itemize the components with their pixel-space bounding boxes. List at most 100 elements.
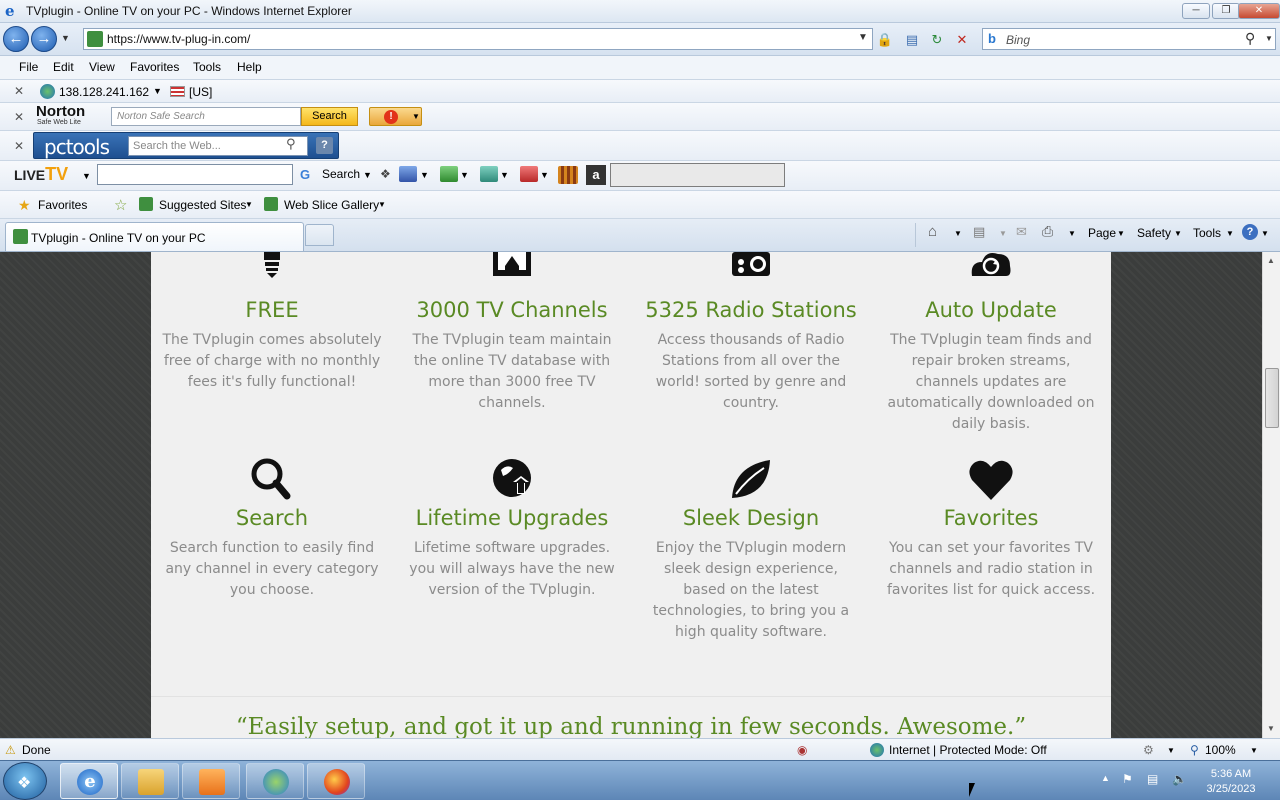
address-bar[interactable]: https://www.tv-plug-in.com/ ▼ <box>83 28 873 50</box>
search-icon[interactable]: ⚲ <box>286 136 296 152</box>
taskbar-media[interactable] <box>182 763 240 799</box>
help-icon[interactable]: ? <box>1242 224 1258 240</box>
address-dropdown-icon[interactable]: ▼ <box>858 32 868 43</box>
amazon-icon[interactable]: a <box>586 165 606 185</box>
dropdown-icon[interactable]: ▼ <box>420 170 429 180</box>
action-center-flag-icon[interactable]: ⚑ <box>1122 772 1133 786</box>
system-clock[interactable]: 5:36 AM 3/25/2023 <box>1196 767 1266 797</box>
warning-icon: ! <box>384 110 398 124</box>
back-button[interactable]: ← <box>3 26 29 52</box>
web-slice-gallery-link[interactable]: Web Slice Gallery <box>284 198 379 212</box>
taskbar-firefox[interactable] <box>307 763 365 799</box>
dropdown-icon[interactable]: ▼ <box>540 170 549 180</box>
pctools-search-input[interactable]: Search the Web... <box>128 136 308 156</box>
tv-teal-icon[interactable] <box>480 166 498 182</box>
scrollbar-thumb[interactable] <box>1265 368 1279 428</box>
norton-search-input[interactable]: Norton Safe Search <box>111 107 301 126</box>
addon-status-icon[interactable]: ◉ <box>797 743 807 757</box>
search-box[interactable]: b Bing ⚲ ▼ <box>982 28 1276 50</box>
tv-green-icon[interactable] <box>440 166 458 182</box>
taskbar-network[interactable] <box>246 763 304 799</box>
mail-icon[interactable]: ✉ <box>1016 224 1027 240</box>
refresh-icon[interactable]: ↻ <box>927 30 947 50</box>
menu-tools[interactable]: Tools <box>193 60 221 74</box>
livetv-secondary-box[interactable] <box>610 163 785 187</box>
dropdown-icon[interactable]: ▼ <box>500 170 509 180</box>
feeds-icon[interactable]: ▤ <box>973 224 985 240</box>
restore-button[interactable]: ❐ <box>1212 3 1240 19</box>
livetv-toolbar: LIVETV ▼ G Search ▼ ❖ ▼ ▼ ▼ ▼ a <box>0 161 1280 191</box>
zoom-level[interactable]: 100% <box>1205 743 1236 757</box>
search-placeholder[interactable]: Bing <box>1006 33 1030 47</box>
print-dropdown-icon[interactable]: ▼ <box>1068 229 1076 238</box>
zoom-dropdown-icon[interactable]: ▼ <box>1250 746 1258 755</box>
tools-dropdown-icon[interactable]: ▼ <box>1226 229 1234 238</box>
menu-file[interactable]: File <box>19 60 38 74</box>
close-button[interactable]: ✕ <box>1238 3 1280 19</box>
grid-app-icon[interactable] <box>558 166 578 184</box>
menu-view[interactable]: View <box>89 60 115 74</box>
minimize-button[interactable]: ─ <box>1182 3 1210 19</box>
protected-mode-icon[interactable]: ⚙ <box>1143 743 1154 757</box>
menu-help[interactable]: Help <box>237 60 262 74</box>
lock-icon[interactable]: 🔒 <box>875 30 895 50</box>
toolbar-close-icon[interactable]: ✕ <box>14 139 24 153</box>
ip-dropdown-icon[interactable]: ▼ <box>153 86 162 96</box>
tv-blue-icon[interactable] <box>399 166 417 182</box>
livetv-search-button[interactable]: Search <box>322 167 360 181</box>
safety-menu[interactable]: Safety <box>1137 226 1171 240</box>
toolbar-close-icon[interactable]: ✕ <box>14 110 24 124</box>
print-icon[interactable]: ⎙ <box>1042 223 1053 240</box>
suggested-sites-link[interactable]: Suggested Sites <box>159 198 246 212</box>
home-dropdown-icon[interactable]: ▼ <box>954 229 962 238</box>
feeds-dropdown-icon[interactable]: ▼ <box>999 229 1007 238</box>
toolbar-close-icon[interactable]: ✕ <box>14 84 24 98</box>
favorites-button[interactable]: Favorites <box>38 198 87 212</box>
compatibility-view-icon[interactable]: ▤ <box>902 30 922 50</box>
livetv-search-input[interactable] <box>97 164 293 185</box>
add-favorite-icon[interactable]: ☆ <box>114 196 127 214</box>
protected-mode-dropdown-icon[interactable]: ▼ <box>1167 746 1175 755</box>
tray-expand-icon[interactable]: ▲ <box>1101 773 1110 783</box>
page-dropdown-icon[interactable]: ▼ <box>1117 229 1125 238</box>
scroll-down-icon[interactable]: ▼ <box>1267 724 1275 733</box>
start-button[interactable]: ❖ <box>3 762 47 800</box>
norton-search-button[interactable]: Search <box>301 107 358 126</box>
favorites-star-icon[interactable]: ★ <box>18 197 31 214</box>
scroll-up-icon[interactable]: ▲ <box>1267 256 1275 265</box>
taskbar-ie[interactable]: e <box>60 763 118 799</box>
security-zone-text[interactable]: Internet | Protected Mode: Off <box>889 743 1047 757</box>
taskbar-explorer[interactable] <box>121 763 179 799</box>
clock-date: 3/25/2023 <box>1206 783 1256 795</box>
help-dropdown-icon[interactable]: ▼ <box>1261 229 1269 238</box>
help-icon[interactable]: ? <box>316 137 333 154</box>
livetv-search-dropdown-icon[interactable]: ▼ <box>363 170 372 180</box>
livetv-dropdown-icon[interactable]: ▼ <box>82 171 91 181</box>
home-icon[interactable]: ⌂ <box>928 223 937 240</box>
vertical-scrollbar[interactable]: ▲ ▼ <box>1262 252 1280 738</box>
feature-description: You can set your favorites TV channels a… <box>886 540 1096 598</box>
norton-status-button[interactable]: ! ▼ <box>369 107 422 126</box>
pctools-toolbar: ✕ pctools Search the Web... ⚲ ? <box>0 131 1280 161</box>
feature-favorites: Favorites You can set your favorites TV … <box>881 456 1101 601</box>
history-dropdown-icon[interactable]: ▼ <box>61 33 70 43</box>
menu-favorites[interactable]: Favorites <box>130 60 179 74</box>
network-tray-icon[interactable]: ▤ <box>1147 772 1158 786</box>
tab-tvplugin[interactable]: TVplugin - Online TV on your PC <box>5 222 304 251</box>
page-menu[interactable]: Page <box>1088 226 1116 240</box>
stop-icon[interactable]: ✕ <box>952 30 972 50</box>
address-url[interactable]: https://www.tv-plug-in.com/ <box>107 32 250 46</box>
norton-dropdown-icon: ▼ <box>412 112 420 121</box>
suggested-dropdown-icon[interactable]: ▼ <box>245 200 253 209</box>
search-icon[interactable]: ⚲ <box>1245 30 1255 47</box>
dropdown-icon[interactable]: ▼ <box>460 170 469 180</box>
search-dropdown-icon[interactable]: ▼ <box>1265 34 1273 43</box>
forward-button[interactable]: → <box>31 26 57 52</box>
volume-muted-icon[interactable]: 🔈 <box>1172 772 1187 786</box>
menu-edit[interactable]: Edit <box>53 60 74 74</box>
tools-menu[interactable]: Tools <box>1193 226 1221 240</box>
gallery-dropdown-icon[interactable]: ▼ <box>378 200 386 209</box>
safety-dropdown-icon[interactable]: ▼ <box>1174 229 1182 238</box>
tv-red-icon[interactable] <box>520 166 538 182</box>
new-tab-button[interactable] <box>305 224 334 246</box>
